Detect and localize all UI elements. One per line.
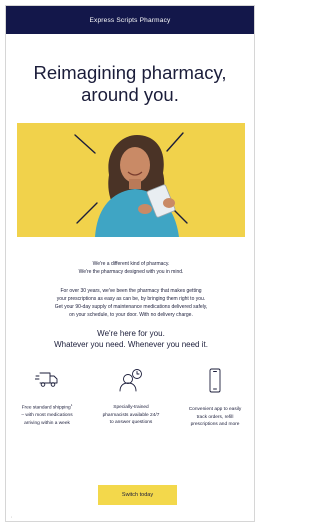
feature-app: Convenient app to easily track orders, r… — [174, 368, 254, 429]
body-line-2: your prescriptions as easy as can be, by… — [56, 296, 206, 302]
feature-pharmacists-text: Specially-trained pharmacists available … — [90, 404, 172, 427]
smartphone-icon — [209, 368, 221, 393]
header-bar: Express Scripts Pharmacy — [6, 6, 254, 34]
intro-line-1: We're a different kind of pharmacy. — [92, 261, 170, 267]
pharmacist-clock-icon — [119, 369, 142, 392]
headline-line-2: around you. — [81, 84, 179, 105]
feature-pharmacists-line-1: Specially-trained — [113, 405, 149, 410]
features-row: Free standard shipping1 – with most medi… — [6, 368, 254, 448]
tagline: We're here for you. Whatever you need. W… — [6, 328, 254, 350]
body-line-1: For over 30 years, we've been the pharma… — [60, 288, 202, 294]
feature-pharmacists-line-3: to answer questions — [109, 420, 153, 425]
feature-pharmacists-line-2: pharmacists available 24/7 — [102, 412, 160, 418]
delivery-truck-icon — [35, 372, 58, 387]
brand-logo-text: Express Scripts Pharmacy — [89, 16, 171, 24]
tagline-line-1: We're here for you. — [97, 329, 165, 338]
hero-image — [17, 123, 245, 237]
feature-app-text: Convenient app to easily track orders, r… — [174, 406, 254, 429]
headline-line-1: Reimagining pharmacy, — [33, 62, 227, 83]
feature-shipping-line-2: – with most medications — [21, 413, 73, 419]
headline: Reimagining pharmacy, around you. — [14, 62, 246, 106]
intro-text: We're a different kind of pharmacy. We'r… — [6, 260, 254, 276]
email-card: Express Scripts Pharmacy Reimagining pha… — [5, 5, 255, 522]
feature-pharmacists: Specially-trained pharmacists available … — [90, 368, 172, 427]
body-line-3: Get your 90-day supply of maintenance me… — [54, 304, 208, 310]
hero-illustration — [17, 123, 245, 237]
footnote: ¹ — [11, 516, 12, 519]
feature-shipping-text: Free standard shipping1 – with most medi… — [21, 403, 73, 426]
feature-app-line-2: track orders, refill — [196, 414, 234, 420]
feature-shipping-line-3: arriving within a week — [24, 420, 70, 426]
feature-shipping-line-1: Free standard shipping — [21, 405, 71, 411]
feature-app-line-3: prescriptions and more — [190, 422, 240, 427]
body-line-4: on your schedule, to your door. With no … — [69, 312, 193, 318]
feature-app-line-1: Convenient app to easily — [188, 407, 242, 412]
tagline-line-2: Whatever you need. Whenever you need it. — [54, 340, 208, 349]
feature-shipping: Free standard shipping1 – with most medi… — [6, 368, 88, 427]
intro-line-2: We're the pharmacy designed with you in … — [78, 269, 184, 275]
switch-today-button[interactable]: Switch today — [98, 485, 177, 505]
body-copy: For over 30 years, we've been the pharma… — [6, 287, 254, 319]
